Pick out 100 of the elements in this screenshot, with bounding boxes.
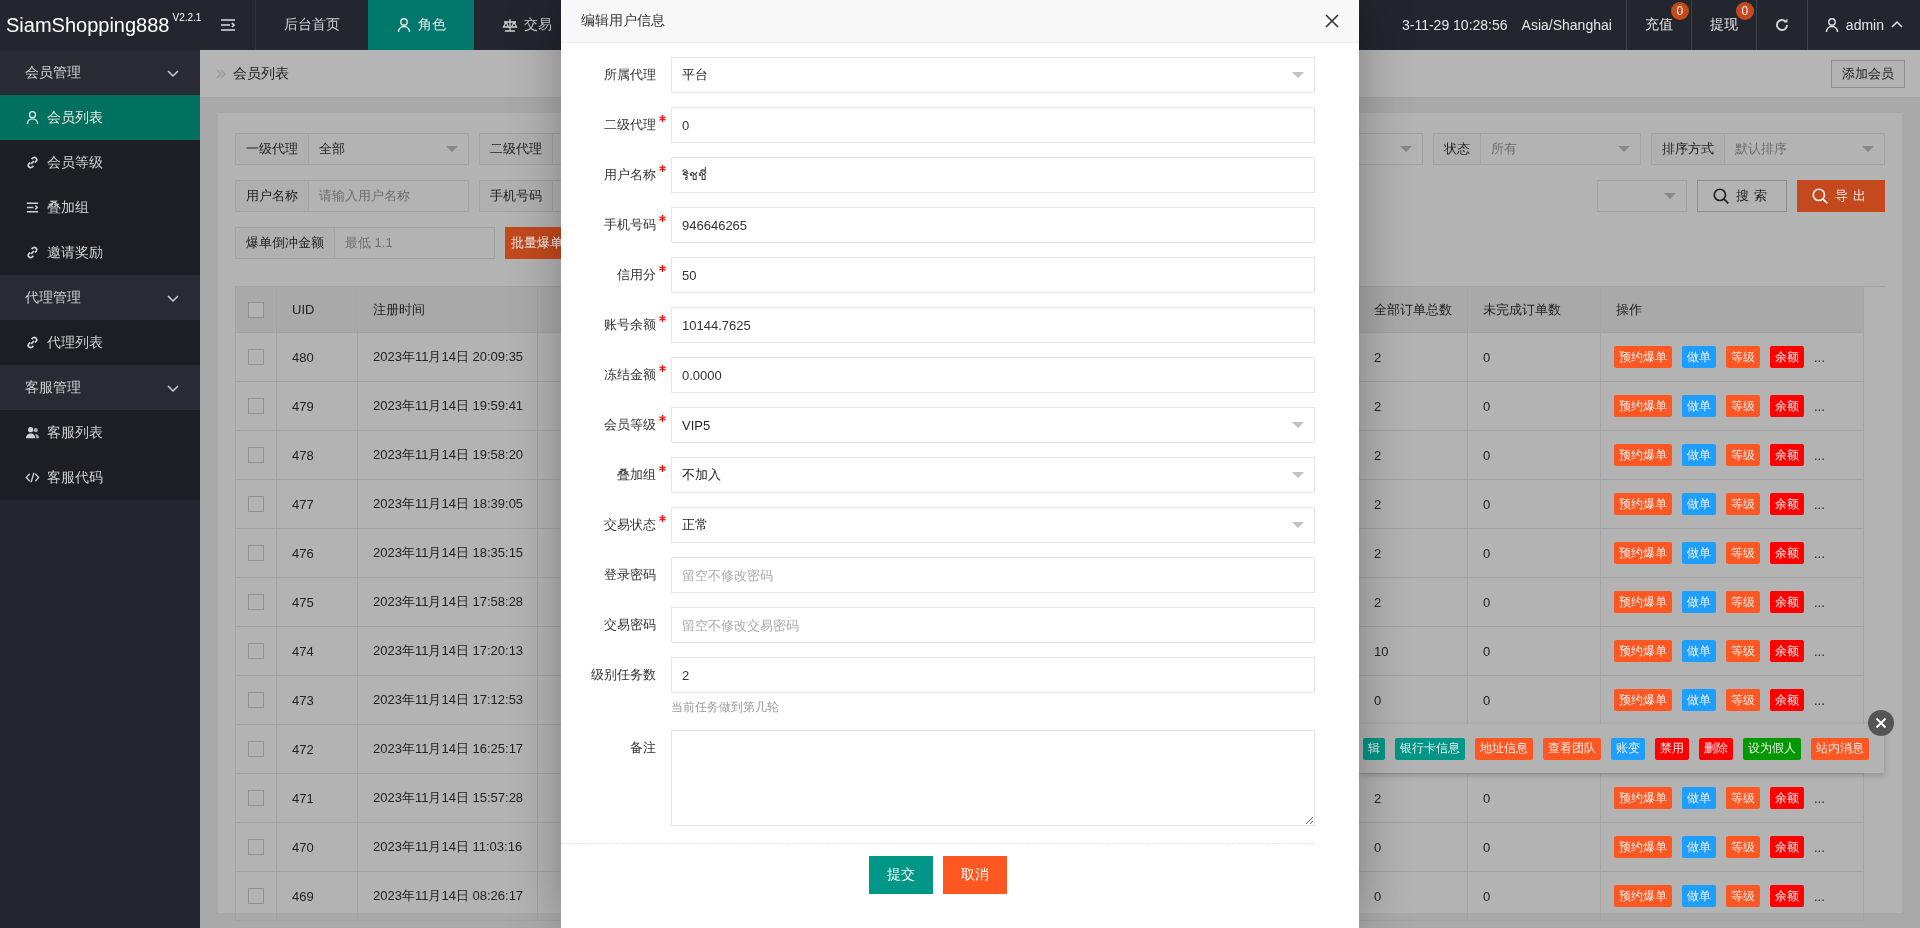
close-icon[interactable] (1868, 710, 1894, 736)
action-button[interactable]: 等级 (1726, 395, 1760, 417)
cancel-button[interactable]: 取消 (943, 856, 1007, 894)
input-field[interactable]: 请输入用户名称 (309, 180, 469, 212)
more-link[interactable]: ... (1814, 692, 1825, 708)
action-button[interactable]: 预约爆单 (1614, 395, 1672, 417)
action-button[interactable]: 做单 (1682, 444, 1716, 466)
action-button[interactable]: 余额 (1770, 836, 1804, 858)
input-field[interactable]: ริชชี่ (671, 157, 1315, 193)
select-field[interactable]: 默认排序 (1725, 133, 1885, 165)
input-field[interactable]: 留空不修改交易密码 (671, 607, 1315, 643)
input-field[interactable]: 最低 1.1 (335, 227, 495, 259)
action-button[interactable]: 预约爆单 (1614, 542, 1672, 564)
row-menu-button[interactable]: 删除 (1699, 737, 1733, 760)
add-member-button[interactable]: 添加会员 (1831, 59, 1905, 88)
export-button[interactable]: 导出 (1797, 180, 1885, 212)
checkbox[interactable] (248, 643, 264, 659)
action-button[interactable]: 余额 (1770, 444, 1804, 466)
action-button[interactable]: 等级 (1726, 493, 1760, 515)
more-link[interactable]: ... (1814, 643, 1825, 659)
action-button[interactable]: 做单 (1682, 542, 1716, 564)
action-button[interactable]: 预约爆单 (1614, 493, 1672, 515)
checkbox[interactable] (248, 790, 264, 806)
action-button[interactable]: 等级 (1726, 689, 1760, 711)
menu-icon[interactable] (218, 17, 237, 33)
select-field[interactable]: 所有 (1481, 133, 1641, 165)
action-button[interactable]: 做单 (1682, 591, 1716, 613)
select-field[interactable]: 不加入 (671, 457, 1315, 493)
action-button[interactable]: 等级 (1726, 640, 1760, 662)
action-button[interactable]: 做单 (1682, 346, 1716, 368)
sidebar-item[interactable]: 会员列表 (0, 95, 200, 140)
sidebar-item[interactable]: 会员等级 (0, 140, 200, 185)
action-button[interactable]: 余额 (1770, 346, 1804, 368)
row-menu-button[interactable]: 银行卡信息 (1395, 737, 1465, 760)
more-link[interactable]: ... (1814, 496, 1825, 512)
sidebar-item[interactable]: 邀请奖励 (0, 230, 200, 275)
sidebar-item[interactable]: 客服代码 (0, 455, 200, 500)
checkbox[interactable] (248, 741, 264, 757)
checkbox[interactable] (248, 301, 264, 318)
checkbox[interactable] (248, 692, 264, 708)
row-menu-button[interactable]: 账变 (1611, 737, 1645, 760)
row-menu-button[interactable]: 站内消息 (1811, 737, 1869, 760)
search-button[interactable]: 搜索 (1697, 180, 1787, 212)
sidebar-group[interactable]: 代理管理 (0, 275, 200, 320)
action-button[interactable]: 等级 (1726, 885, 1760, 907)
checkbox[interactable] (248, 594, 264, 610)
action-button[interactable]: 预约爆单 (1614, 787, 1672, 809)
action-button[interactable]: 余额 (1770, 689, 1804, 711)
checkbox[interactable] (248, 398, 264, 414)
checkbox[interactable] (248, 888, 264, 904)
input-field[interactable]: 2 (671, 657, 1315, 693)
action-button[interactable]: 做单 (1682, 689, 1716, 711)
checkbox[interactable] (248, 839, 264, 855)
submit-button[interactable]: 提交 (869, 856, 933, 894)
more-link[interactable]: ... (1814, 447, 1825, 463)
input-field[interactable]: 0.0000 (671, 357, 1315, 393)
action-button[interactable]: 做单 (1682, 395, 1716, 417)
action-button[interactable]: 余额 (1770, 591, 1804, 613)
action-button[interactable]: 预约爆单 (1614, 640, 1672, 662)
more-link[interactable]: ... (1814, 790, 1825, 806)
input-field[interactable]: 946646265 (671, 207, 1315, 243)
action-button[interactable]: 预约爆单 (1614, 444, 1672, 466)
row-menu-button[interactable]: 设为假人 (1743, 737, 1801, 760)
more-link[interactable]: ... (1814, 888, 1825, 904)
more-link[interactable]: ... (1814, 839, 1825, 855)
action-button[interactable]: 做单 (1682, 836, 1716, 858)
action-button[interactable]: 等级 (1726, 346, 1760, 368)
input-field[interactable]: 0 (671, 107, 1315, 143)
action-button[interactable]: 余额 (1770, 885, 1804, 907)
refresh-icon[interactable] (1773, 17, 1790, 33)
action-button[interactable]: 等级 (1726, 542, 1760, 564)
close-icon[interactable] (1325, 14, 1339, 28)
row-menu-button[interactable]: 禁用 (1655, 737, 1689, 760)
nav-tab[interactable]: 后台首页 (256, 0, 368, 50)
action-button[interactable]: 等级 (1726, 591, 1760, 613)
action-button[interactable]: 做单 (1682, 493, 1716, 515)
more-link[interactable]: ... (1814, 545, 1825, 561)
sidebar-item[interactable]: 客服列表 (0, 410, 200, 455)
action-button[interactable]: 余额 (1770, 493, 1804, 515)
action-button[interactable]: 预约爆单 (1614, 836, 1672, 858)
row-menu-button[interactable]: 查看团队 (1543, 737, 1601, 760)
action-button[interactable]: 做单 (1682, 885, 1716, 907)
more-link[interactable]: ... (1814, 398, 1825, 414)
action-button[interactable]: 余额 (1770, 640, 1804, 662)
action-button[interactable]: 余额 (1770, 542, 1804, 564)
sidebar-group[interactable]: 会员管理 (0, 50, 200, 95)
action-button[interactable]: 预约爆单 (1614, 885, 1672, 907)
input-field[interactable]: 留空不修改密码 (671, 557, 1315, 593)
action-button[interactable]: 等级 (1726, 836, 1760, 858)
row-menu-button[interactable]: 辑 (1363, 737, 1385, 760)
action-button[interactable]: 做单 (1682, 640, 1716, 662)
sidebar-group[interactable]: 客服管理 (0, 365, 200, 410)
checkbox[interactable] (248, 545, 264, 561)
select-field[interactable]: VIP5 (671, 407, 1315, 443)
action-button[interactable]: 等级 (1726, 787, 1760, 809)
row-menu-button[interactable]: 地址信息 (1475, 737, 1533, 760)
notes-field[interactable] (671, 730, 1315, 826)
checkbox[interactable] (248, 496, 264, 512)
input-field[interactable]: 50 (671, 257, 1315, 293)
sidebar-item[interactable]: 叠加组 (0, 185, 200, 230)
